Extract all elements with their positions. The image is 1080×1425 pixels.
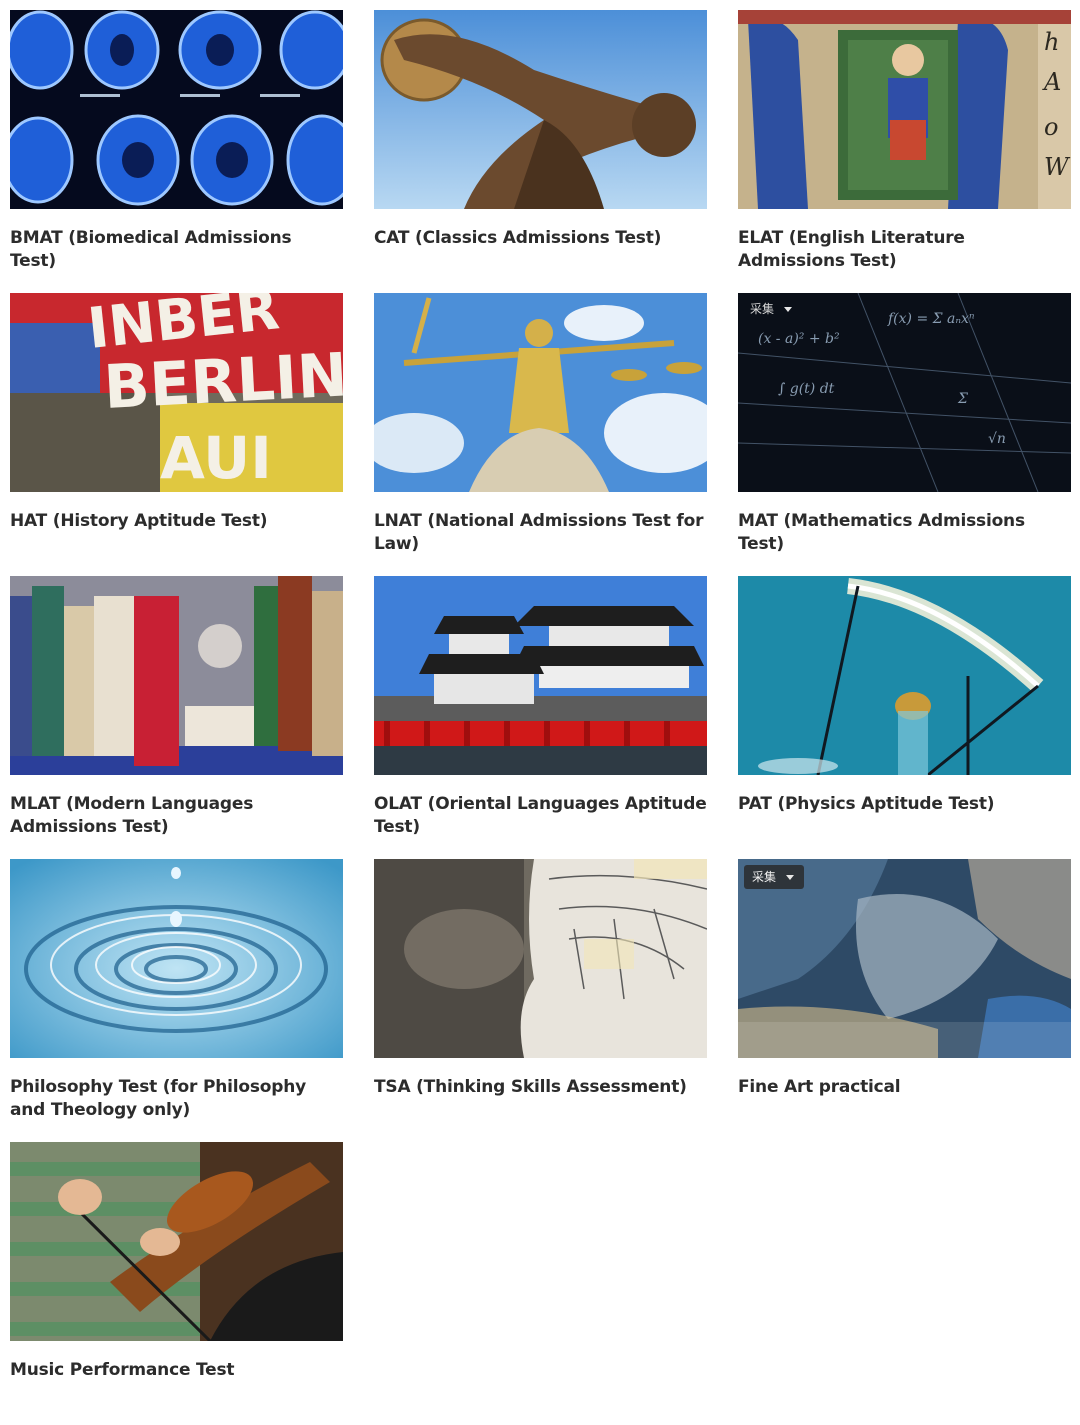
svg-text:BERLIN: BERLIN [102,340,343,423]
test-card-fine-art[interactable]: 采集 Fine Art practical [738,859,1071,1142]
svg-text:Σ: Σ [957,391,968,407]
test-title: MLAT (Modern Languages Admissions Test) [10,794,254,837]
book-shelf-image [10,576,343,775]
test-title: Music Performance Test [10,1360,235,1380]
test-card-tsa[interactable]: TSA (Thinking Skills Assessment) [374,859,707,1142]
test-card-elat[interactable]: h A o W ELAT (English Literature Admissi… [738,10,1071,293]
test-card-lnat[interactable]: LNAT (National Admissions Test for Law) [374,293,707,576]
svg-text:f(x) = Σ aₙxⁿ: f(x) = Σ aₙxⁿ [887,311,975,327]
chevron-down-icon [784,306,793,312]
collect-button[interactable]: 采集 [744,865,805,889]
test-title: OLAT (Oriental Languages Aptitude Test) [374,794,707,837]
collect-label: 采集 [752,870,777,884]
violin-player-image [10,1142,343,1341]
svg-text:h: h [1044,28,1059,56]
abstract-painting-image: 采集 [738,859,1071,1058]
test-title: MAT (Mathematics Admissions Test) [738,511,1025,554]
test-card-cat[interactable]: CAT (Classics Admissions Test) [374,10,707,293]
test-title: CAT (Classics Admissions Test) [374,228,662,248]
test-title: PAT (Physics Aptitude Test) [738,794,995,814]
admissions-test-grid: BMAT (Biomedical Admissions Test) CAT (C… [10,10,1071,1425]
svg-text:√n: √n [988,431,1006,447]
svg-text:AUI: AUI [160,424,272,492]
test-card-hat[interactable]: INBER BERLIN AUI HAT (History Aptitude T… [10,293,343,576]
test-card-music[interactable]: Music Performance Test [10,1142,343,1425]
phrenology-head-image [374,859,707,1058]
test-card-philosophy[interactable]: Philosophy Test (for Philosophy and Theo… [10,859,343,1142]
test-card-mlat[interactable]: MLAT (Modern Languages Admissions Test) [10,576,343,859]
test-card-mat[interactable]: (x - a)² + b² f(x) = Σ aₙxⁿ ∫ g(t) dt Σ … [738,293,1071,576]
light-bulb-filament-image [738,576,1071,775]
collect-label: 采集 [750,302,775,316]
test-title: BMAT (Biomedical Admissions Test) [10,228,292,271]
svg-text:o: o [1044,113,1058,141]
test-card-bmat[interactable]: BMAT (Biomedical Admissions Test) [10,10,343,293]
berlin-wall-graffiti-image: INBER BERLIN AUI [10,293,343,492]
test-card-pat[interactable]: PAT (Physics Aptitude Test) [738,576,1071,859]
lady-justice-statue-image [374,293,707,492]
water-ripple-image [10,859,343,1058]
svg-text:(x - a)² + b²: (x - a)² + b² [758,331,840,347]
math-formulas-image: (x - a)² + b² f(x) = Σ aₙxⁿ ∫ g(t) dt Σ … [738,293,1071,492]
test-title: TSA (Thinking Skills Assessment) [374,1077,687,1097]
svg-text:W: W [1044,153,1071,181]
japanese-castle-image [374,576,707,775]
test-title: Philosophy Test (for Philosophy and Theo… [10,1077,306,1120]
test-title: LNAT (National Admissions Test for Law) [374,511,704,554]
test-title: HAT (History Aptitude Test) [10,511,268,531]
discobolus-statue-image [374,10,707,209]
svg-text:∫ g(t) dt: ∫ g(t) dt [778,381,835,397]
collect-button[interactable]: 采集 [742,297,802,321]
brain-scan-image [10,10,343,209]
test-title: Fine Art practical [738,1077,901,1097]
test-card-olat[interactable]: OLAT (Oriental Languages Aptitude Test) [374,576,707,859]
chevron-down-icon [786,874,795,880]
test-title: ELAT (English Literature Admissions Test… [738,228,965,271]
illuminated-manuscript-image: h A o W [738,10,1071,209]
svg-text:A: A [1042,68,1061,96]
